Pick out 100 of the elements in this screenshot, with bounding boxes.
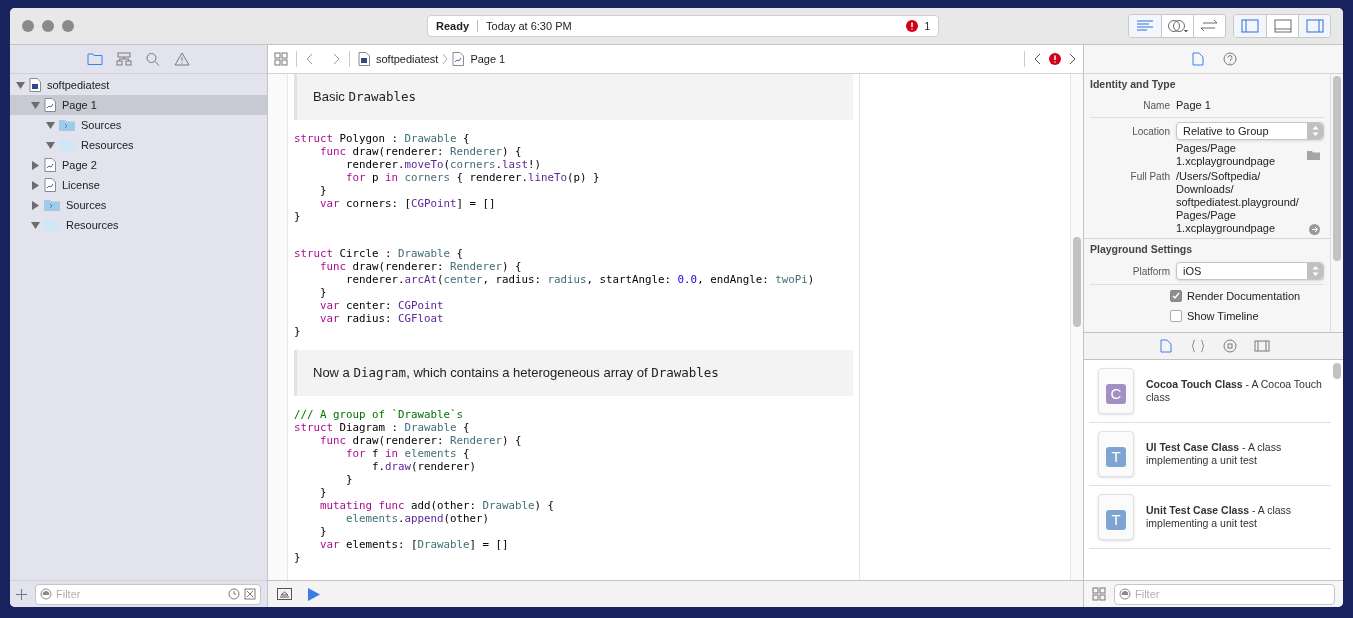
library-item[interactable]: C Cocoa Touch Class - A Cocoa Touch class	[1089, 360, 1331, 423]
filter-input[interactable]: Filter	[1135, 585, 1330, 603]
window-control[interactable]	[62, 20, 74, 32]
grid-icon[interactable]	[274, 52, 288, 66]
tree-label: Page 1	[62, 97, 97, 113]
code-line: var radius: CGFloat	[319, 311, 444, 325]
markdown-text: Basic Drawables	[313, 89, 417, 104]
forward-icon[interactable]	[333, 53, 341, 65]
film-tab-icon[interactable]	[1253, 339, 1270, 353]
tree-row[interactable]: Page 1	[10, 95, 267, 115]
code-line: }	[294, 550, 301, 564]
code-line: struct Diagram : Drawable {	[294, 420, 470, 434]
folder-icon	[44, 199, 60, 211]
file-tab-icon[interactable]	[1157, 339, 1174, 353]
tree-label: Sources	[66, 197, 107, 213]
library-item[interactable]: T UI Test Case Class - A class implementing a unit test	[1089, 423, 1331, 486]
scrollbar-thumb[interactable]	[1073, 237, 1081, 327]
section-title: Playground Settings	[1090, 242, 1194, 258]
tree-row[interactable]: License	[10, 175, 267, 195]
collapsed-triangle-icon[interactable]	[31, 180, 40, 190]
platform-select[interactable]: iOS	[1176, 262, 1324, 280]
file-tab-icon[interactable]	[1189, 52, 1206, 66]
expanded-triangle-icon[interactable]	[46, 140, 55, 150]
error-icon[interactable]	[1049, 53, 1061, 65]
window-control[interactable]	[22, 20, 34, 32]
expanded-triangle-icon[interactable]	[46, 120, 55, 130]
object-tab-icon[interactable]	[1221, 339, 1238, 353]
library-item[interactable]: T Unit Test Case Class - A class implementing a unit test	[1089, 486, 1331, 549]
code-line: }	[319, 285, 327, 299]
rings-icon	[1166, 19, 1189, 33]
braces-tab-icon[interactable]	[1189, 339, 1206, 353]
code-line: }	[319, 485, 327, 499]
toolbar-button[interactable]	[1129, 15, 1161, 37]
tree-row[interactable]: Resources	[10, 215, 267, 235]
warning-tab-icon[interactable]	[174, 52, 190, 66]
search-tab-icon[interactable]	[145, 52, 161, 66]
tree-label: Resources	[66, 217, 119, 233]
add-icon[interactable]	[16, 588, 27, 600]
tree-row[interactable]: softpediatest	[10, 75, 267, 95]
toolbar-button[interactable]	[1161, 15, 1193, 37]
field-label: Full Path	[1129, 170, 1170, 185]
back-icon[interactable]	[305, 53, 313, 65]
previous-issue-icon[interactable]	[1033, 53, 1041, 65]
markdown-text: Now a Diagram, which contains a heterogeneous array of Drawables	[313, 364, 719, 380]
hierarchy-tab-icon[interactable]	[116, 52, 132, 66]
collapsed-triangle-icon[interactable]	[31, 200, 40, 210]
next-issue-icon[interactable]	[1069, 53, 1077, 65]
code-line: for f in elements {	[345, 446, 470, 460]
code-line: func draw(renderer: Renderer) {	[319, 144, 522, 158]
toolbar-button[interactable]	[1266, 15, 1298, 37]
filter-input[interactable]: Filter	[56, 585, 224, 603]
tree-row[interactable]: Sources	[10, 195, 267, 215]
path-line: /Users/Softpedia/	[1176, 170, 1262, 184]
folder-tab-icon[interactable]	[87, 52, 103, 66]
help-tab-icon[interactable]	[1221, 52, 1238, 66]
play-icon[interactable]	[308, 587, 320, 601]
scrollbar-thumb[interactable]	[1333, 363, 1341, 379]
grid-icon[interactable]	[1092, 587, 1106, 601]
clock-icon[interactable]	[228, 588, 240, 600]
code-line: elements.append(other)	[345, 511, 490, 525]
tree-label: License	[62, 177, 100, 193]
expanded-triangle-icon[interactable]	[31, 220, 40, 230]
code-line: renderer.arcAt(center, radius: radius, startAngle: 0.0, endAngle: twoPi)	[345, 272, 815, 286]
toolbar-button[interactable]	[1193, 15, 1225, 37]
checkbox[interactable]	[1170, 309, 1182, 322]
expanded-triangle-icon[interactable]	[31, 100, 40, 110]
breadcrumb[interactable]: Page 1	[452, 50, 506, 68]
playground-file-icon	[358, 52, 370, 66]
checkbox-option[interactable]: Show Timeline	[1170, 307, 1324, 324]
scrollbar-thumb[interactable]	[1333, 76, 1341, 261]
location-select[interactable]: Relative to Group	[1176, 122, 1324, 141]
filter-field[interactable]: Filter	[1114, 583, 1335, 605]
tree-row[interactable]: Page 2	[10, 155, 267, 175]
name-value: Page 1	[1176, 97, 1211, 113]
code-line: }	[345, 472, 353, 486]
box-icon[interactable]	[244, 588, 256, 600]
item-description: Cocoa Touch Class - A Cocoa Touch class	[1146, 378, 1323, 404]
code-line: func draw(renderer: Renderer) {	[319, 433, 522, 447]
code-line: }	[319, 183, 327, 197]
code-line: }	[294, 324, 301, 338]
window-control[interactable]	[42, 20, 54, 32]
bottom-panel-icon	[1273, 19, 1292, 33]
tree-row[interactable]: Resources	[10, 135, 267, 155]
collapsed-triangle-icon[interactable]	[31, 160, 40, 170]
tree-row[interactable]: Sources	[10, 115, 267, 135]
template-badge: T	[1106, 510, 1126, 530]
breadcrumb[interactable]: softpediatest	[358, 50, 439, 68]
folder-icon[interactable]	[1307, 150, 1320, 161]
toolbar-button[interactable]	[1298, 15, 1330, 37]
code-line: mutating func add(other: Drawable) {	[319, 498, 555, 512]
checkbox-option[interactable]: Render Documentation	[1170, 288, 1324, 305]
filter-icon	[1119, 588, 1131, 600]
code-line: struct Polygon : Drawable {	[294, 131, 470, 145]
checkbox[interactable]	[1170, 290, 1182, 303]
reveal-arrow-icon[interactable]	[1309, 224, 1320, 236]
expanded-triangle-icon[interactable]	[16, 80, 25, 90]
toolbar-button[interactable]	[1234, 15, 1266, 37]
filter-field[interactable]: Filter	[35, 583, 261, 605]
hide-debug-icon[interactable]	[277, 588, 292, 600]
stepper-icon	[1311, 266, 1319, 276]
